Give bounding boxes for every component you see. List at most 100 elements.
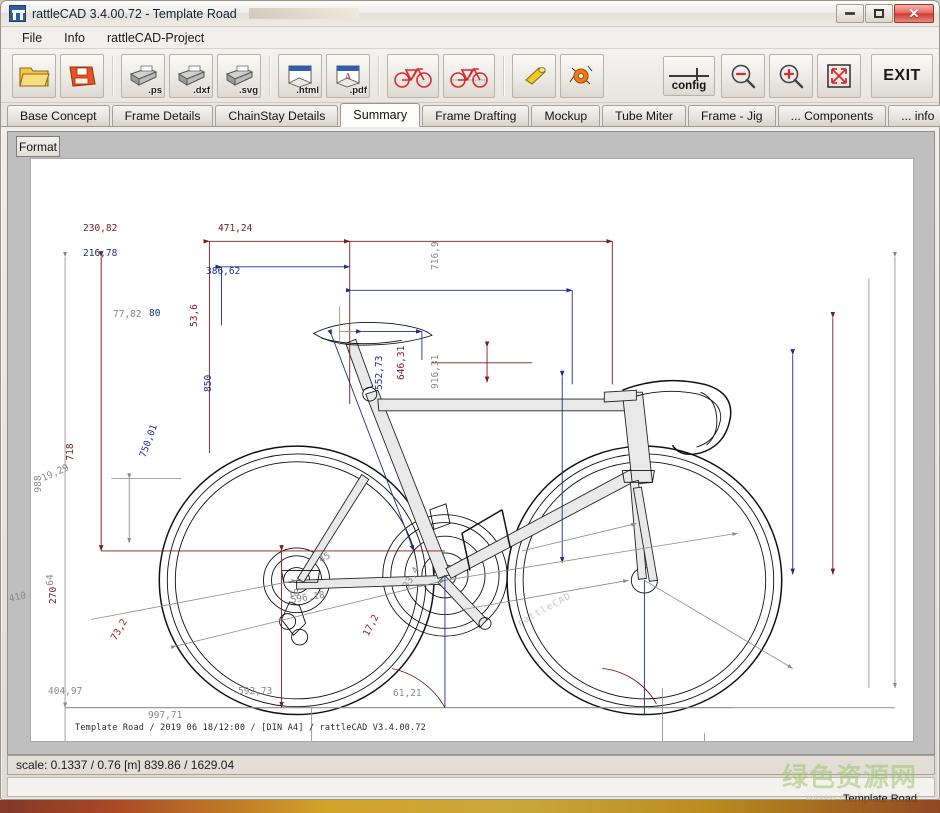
tab-chainstay-details[interactable]: ChainStay Details [215,105,338,126]
export-dxf-label: .dxf [193,85,210,96]
dim-wheelbase-total-997: 997,71 [148,710,182,721]
folder-icon [18,62,50,90]
toolbar-divider [378,56,379,96]
save-disk-icon [66,62,98,90]
exit-button[interactable]: EXIT [871,54,933,98]
window-controls: ✕ [836,4,934,23]
toolbar-group-bike [382,53,500,99]
menu-item-file[interactable]: File [11,29,53,47]
config-button[interactable]: config [663,56,715,96]
dim-wheel-916: 916,31 [430,355,441,389]
bicycle-icon [448,63,490,89]
frame-red-button[interactable] [387,54,439,98]
close-icon: ✕ [909,7,920,20]
dim-trail-18: 18 [287,588,300,601]
tube-yellow-button[interactable] [512,54,556,98]
drawing-content-pane: Format .g{stroke:#8a8a8a;fill:none;strok… [7,131,935,755]
dim-stem-length: 80 [149,308,160,319]
tab-tube-miter[interactable]: Tube Miter [602,105,686,126]
dim-handlebar-552: 552,73 [374,356,385,390]
tab-frame-drafting[interactable]: Frame Drafting [422,105,529,126]
format-toolbar-row: Format [8,132,934,156]
drawing-canvas[interactable]: .g{stroke:#8a8a8a;fill:none;stroke-width… [16,158,914,742]
bike-complete-button[interactable] [443,54,495,98]
dim-headtube-offset: 53,6 [189,304,200,327]
bicycle-linework: rattleCAD [159,322,781,714]
tab-summary[interactable]: Summary [340,103,420,127]
zoom-out-icon [728,62,758,90]
dim-saddle-offset: 77,82 [113,309,142,320]
rattlecad-icon [9,5,26,22]
config-label: config [672,81,707,93]
format-button[interactable]: Format [16,136,60,157]
toolbar-divider [503,56,504,96]
status-bar: scale: 0.1337 / 0.76 [m] 839.86 / 1629.0… [7,755,935,775]
canvas-left-gutter [16,158,30,742]
bicycle-geometry-drawing: .g{stroke:#8a8a8a;fill:none;stroke-width… [31,159,913,741]
bottom-panel [7,777,935,797]
toolbar-group-file [7,53,109,99]
export-html-button[interactable]: .html [278,54,322,98]
toolbar-divider [112,56,113,96]
minimize-icon [845,12,855,15]
menu-item-info[interactable]: Info [53,29,96,47]
title-bar: rattleCAD 3.4.00.72 - Template Road ✕ [1,1,939,27]
drawing-paper[interactable]: .g{stroke:#8a8a8a;fill:none;stroke-width… [30,158,914,742]
zoom-in-icon [776,62,806,90]
export-html-label: .html [296,85,319,96]
dim-stack-716: 716,9 [430,241,441,270]
close-button[interactable]: ✕ [894,4,934,23]
export-dxf-button[interactable]: .dxf [169,54,213,98]
dim-effective-toptube: 386,62 [206,266,240,277]
toolbar-divider [269,56,270,96]
maximize-icon [874,9,884,18]
gear-orange-icon [566,62,598,90]
menu-item-project[interactable]: rattleCAD-Project [96,29,215,47]
export-ps-label: .ps [148,85,162,96]
tab-bar: Base Concept Frame Details ChainStay Det… [1,103,939,127]
tab-frame-details[interactable]: Frame Details [112,105,214,126]
tab-info[interactable]: ... info [888,105,940,126]
dim-toptube-horizontal: 216,78 [83,248,117,259]
export-ps-button[interactable]: .ps [121,54,165,98]
dim-wheelbase-front-592: 592,73 [238,686,272,697]
bike-frame-icon [392,63,434,89]
status-text: scale: 0.1337 / 0.76 [m] 839.86 / 1629.0… [8,758,234,772]
dim-reach-horizontal: 471,24 [218,223,252,234]
tab-frame-jig[interactable]: Frame - Jig [688,105,776,126]
dim-wheelbase-rear-404: 404,97 [48,686,82,697]
dim-seat-height-988: 988 [33,404,44,564]
desktop-taskbar-strip [0,800,940,813]
tab-components[interactable]: ... Components [778,105,887,126]
export-pdf-label: .pdf [350,85,367,96]
menu-bar: File Info rattleCAD-Project [1,27,939,49]
slider-icon [669,67,709,81]
export-svg-button[interactable]: .svg [217,54,261,98]
zoom-out-button[interactable] [721,54,765,98]
toolbar-group-export-vector: .ps .dxf .svg [116,53,266,99]
dim-crank-64: 64 [45,520,56,640]
dim-stack-top-horizontal: 230,82 [83,223,117,234]
zoom-fit-icon [824,62,854,90]
minimize-button[interactable] [836,4,864,23]
export-pdf-button[interactable]: A .pdf [326,54,370,98]
save-project-button[interactable] [60,54,104,98]
dim-headtube-646: 646,31 [396,346,407,380]
tab-mockup[interactable]: Mockup [531,105,600,126]
dim-overhang-61: 61,21 [393,688,422,699]
dim-bb-drop-270: 270 [48,587,59,604]
zoom-in-button[interactable] [769,54,813,98]
open-project-button[interactable] [12,54,56,98]
zoom-fit-button[interactable] [817,54,861,98]
toolbar-group-tools [507,53,609,99]
tube-icon [519,63,549,89]
tab-base-concept[interactable]: Base Concept [7,105,110,126]
settings-gear-button[interactable] [560,54,604,98]
window-title: rattleCAD 3.4.00.72 - Template Road [32,7,237,21]
toolbar: .ps .dxf .svg [1,49,939,103]
toolbar-group-export-doc: .html A .pdf [273,53,375,99]
maximize-button[interactable] [865,4,893,23]
application-window: rattleCAD 3.4.00.72 - Template Road ✕ Fi… [0,0,940,800]
dim-saddle-height-718: 718 [65,372,76,532]
drawing-footer-text: Template Road / 2019 06 18/12:00 / [DIN … [75,723,426,733]
